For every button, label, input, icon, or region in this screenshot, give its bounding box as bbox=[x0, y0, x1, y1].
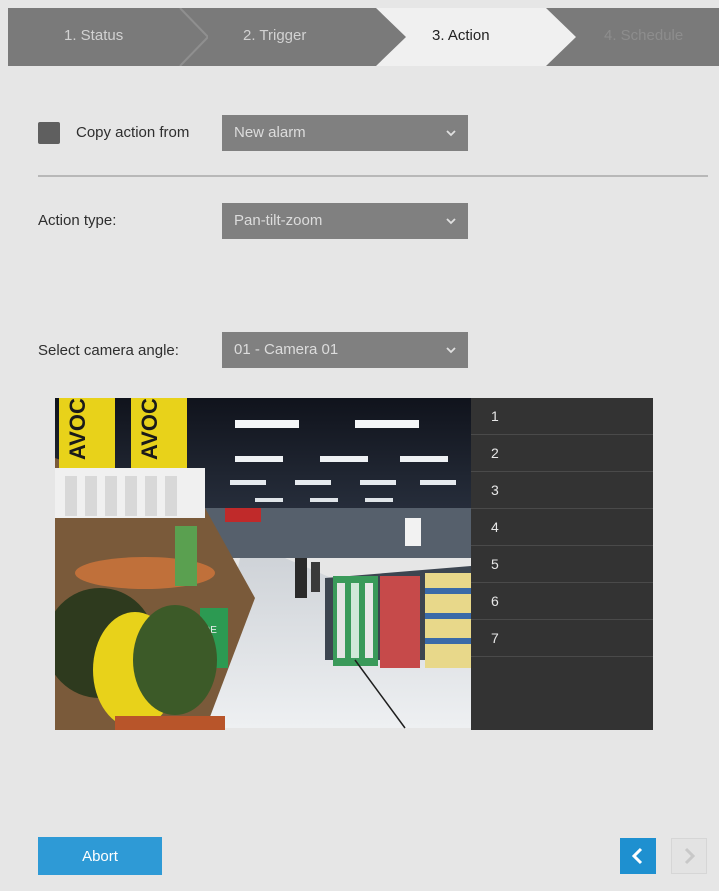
divider bbox=[38, 175, 708, 177]
camera-angle-label: Select camera angle: bbox=[38, 342, 179, 359]
banner-sign-text: AVOC bbox=[65, 398, 90, 460]
chevron-left-icon bbox=[631, 847, 643, 865]
ptz-preset-list: 1 2 3 4 5 6 7 bbox=[471, 398, 653, 730]
step-separator bbox=[178, 8, 208, 66]
preset-item-7[interactable]: 7 bbox=[471, 620, 653, 657]
copy-action-label: Copy action from bbox=[76, 124, 190, 141]
preset-item-5[interactable]: 5 bbox=[471, 546, 653, 583]
preset-item-2[interactable]: 2 bbox=[471, 435, 653, 472]
camera-angle-select[interactable]: 01 - Camera 01 bbox=[222, 332, 468, 368]
abort-button[interactable]: Abort bbox=[38, 837, 162, 875]
banner-sign-text: AVOC bbox=[137, 398, 162, 460]
preset-item-3[interactable]: 3 bbox=[471, 472, 653, 509]
chevron-down-icon bbox=[446, 347, 456, 354]
chevron-right-icon bbox=[684, 847, 696, 865]
step-trigger[interactable]: 2. Trigger bbox=[243, 8, 306, 66]
preset-item-4[interactable]: 4 bbox=[471, 509, 653, 546]
supermarket-scene-image: DE 00 AVOC AVOC bbox=[55, 398, 471, 730]
action-type-label: Action type: bbox=[38, 212, 117, 229]
chevron-down-icon bbox=[446, 130, 456, 137]
copy-action-select-value: New alarm bbox=[234, 124, 306, 141]
preset-item-6[interactable]: 6 bbox=[471, 583, 653, 620]
copy-action-checkbox[interactable] bbox=[38, 122, 60, 144]
wizard-steps: 1. Status 2. Trigger 3. Action 4. Schedu… bbox=[8, 8, 719, 66]
previous-step-button[interactable] bbox=[620, 838, 656, 874]
action-type-select-value: Pan-tilt-zoom bbox=[234, 212, 323, 229]
step-schedule[interactable]: 4. Schedule bbox=[604, 8, 683, 66]
action-type-select[interactable]: Pan-tilt-zoom bbox=[222, 203, 468, 239]
preset-item-1[interactable]: 1 bbox=[471, 398, 653, 435]
camera-live-view[interactable]: DE 00 AVOC AVOC bbox=[55, 398, 471, 730]
chevron-down-icon bbox=[446, 218, 456, 225]
copy-action-select[interactable]: New alarm bbox=[222, 115, 468, 151]
step-status[interactable]: 1. Status bbox=[64, 8, 123, 66]
step-action[interactable]: 3. Action bbox=[432, 8, 490, 66]
camera-angle-select-value: 01 - Camera 01 bbox=[234, 341, 339, 358]
next-step-button[interactable] bbox=[671, 838, 707, 874]
